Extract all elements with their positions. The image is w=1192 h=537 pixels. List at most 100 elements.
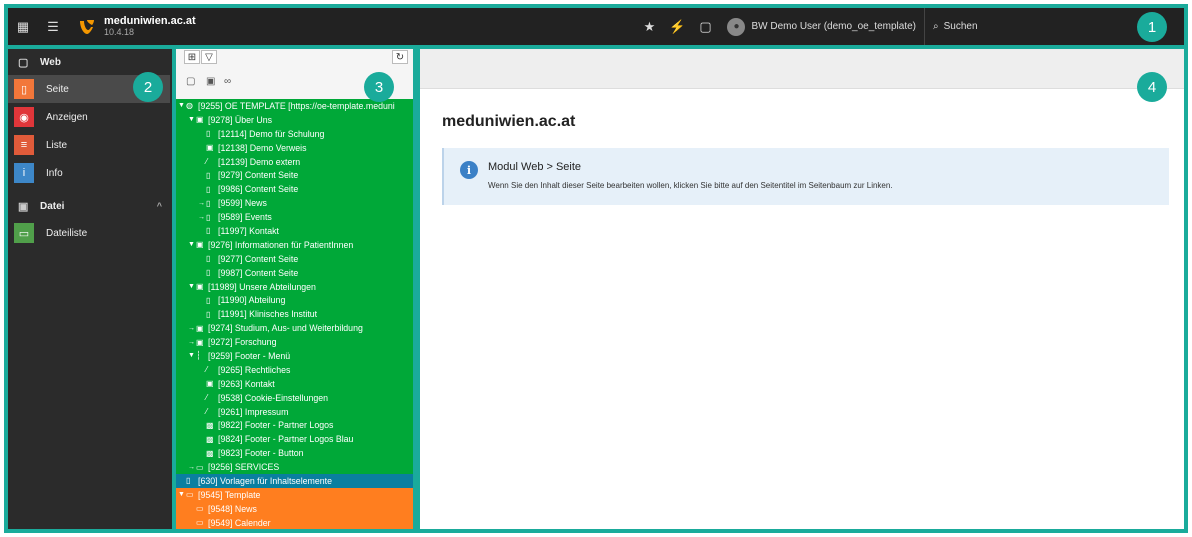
- top-bar: ▦ ☰ meduniwien.ac.at 10.4.18 ★ ⚡ ▢ ● BW …: [8, 8, 1184, 45]
- tree-node[interactable]: ▯ [11991] Klinisches Institut: [176, 307, 413, 321]
- page-icon: ▯: [206, 129, 211, 139]
- tree-node[interactable]: → ▯ [9599] News: [176, 196, 413, 210]
- page-drag-icon[interactable]: ▢: [186, 76, 195, 87]
- tree-node-label: [9545] Template: [198, 489, 261, 500]
- tree-node-label: [9549] Calender: [208, 517, 271, 528]
- tree-node[interactable]: ▯ [630] Vorlagen für Inhaltselemente: [176, 474, 413, 488]
- tree-node-label: [9987] Content Seite: [218, 267, 299, 278]
- content-area: meduniwien.ac.at i Modul Web > Seite Wen…: [420, 49, 1184, 529]
- tree-node[interactable]: ▣ [12138] Demo Verweis: [176, 141, 413, 155]
- tree-toggle-icon[interactable]: →: [188, 464, 196, 471]
- tree-node[interactable]: ▯ [9277] Content Seite: [176, 252, 413, 266]
- module-item-dateiliste[interactable]: ▭ Dateiliste: [8, 219, 172, 247]
- tree-node-label: [9599] News: [218, 198, 267, 209]
- tree-toggle-icon[interactable]: →: [188, 339, 196, 346]
- tree-toggle-icon[interactable]: ▼: [188, 352, 196, 359]
- tree-node[interactable]: ▩ [9824] Footer - Partner Logos Blau: [176, 432, 413, 446]
- tree-toggle-icon[interactable]: ▼: [188, 283, 196, 290]
- documentation-button[interactable]: ▢: [691, 19, 719, 35]
- user-menu[interactable]: ● BW Demo User (demo_oe_template): [719, 17, 924, 36]
- tree-node[interactable]: → ▯ [9589] Events: [176, 210, 413, 224]
- link-icon: ⁄: [206, 157, 208, 166]
- module-group-datei[interactable]: ▣ Datei ^: [8, 193, 172, 219]
- document-icon: ▢: [699, 18, 712, 34]
- tree-node[interactable]: ▯ [11990] Abteilung: [176, 293, 413, 307]
- tree-node[interactable]: ▯ [9986] Content Seite: [176, 182, 413, 196]
- folder-page-icon: ▣: [206, 379, 214, 389]
- tree-toggle-icon[interactable]: →: [188, 325, 196, 332]
- image-icon: ▩: [206, 434, 214, 444]
- tree-node-label: [9272] Forschung: [208, 337, 277, 348]
- image-icon: ▩: [206, 448, 214, 458]
- tree-toggle-icon[interactable]: ▼: [178, 491, 186, 498]
- page-icon: ▯: [186, 476, 191, 486]
- tree-node[interactable]: ▼ ▭ [9545] Template: [176, 487, 413, 502]
- tree-node[interactable]: ▯ [12114] Demo für Schulung: [176, 127, 413, 141]
- tree-node-label: [9276] Informationen für PatientInnen: [208, 239, 354, 250]
- module-menu-toggle[interactable]: ☰: [38, 8, 68, 45]
- tree-node[interactable]: → ▭ [9256] SERVICES: [176, 460, 413, 474]
- star-icon: ★: [643, 18, 656, 34]
- typo3-logo-icon: [80, 19, 94, 34]
- search-field[interactable]: ⌕ Suchen: [924, 8, 1084, 45]
- module-item-label: Info: [46, 167, 63, 179]
- module-item-liste[interactable]: ≡ Liste: [8, 131, 172, 159]
- tree-toggle-icon[interactable]: ▼: [188, 241, 196, 248]
- tree-node[interactable]: → ▣ [9274] Studium, Aus- und Weiterbildung: [176, 321, 413, 335]
- site-name: meduniwien.ac.at: [104, 14, 196, 27]
- tree-node[interactable]: ▩ [9823] Footer - Button: [176, 446, 413, 460]
- tree-node[interactable]: ▼ ▣ [11989] Unsere Abteilungen: [176, 280, 413, 294]
- tree-toggle-icon[interactable]: ▼: [178, 102, 186, 109]
- tree-node[interactable]: ▼ ▣ [9276] Informationen für PatientInnen: [176, 238, 413, 252]
- tree-node[interactable]: ▭ [9549] Calender: [176, 515, 413, 529]
- link-drag-icon[interactable]: ∞: [224, 76, 231, 87]
- module-item-label: Seite: [46, 83, 69, 95]
- module-item-info[interactable]: i Info: [8, 159, 172, 187]
- tree-node[interactable]: ▣ [9263] Kontakt: [176, 377, 413, 391]
- tree-node[interactable]: ▯ [9987] Content Seite: [176, 266, 413, 280]
- folder-icon: ▭: [186, 490, 194, 500]
- tree-node-label: [11997] Kontakt: [218, 225, 279, 236]
- user-icon: ●: [733, 21, 740, 32]
- tree-node[interactable]: ⁄ [12139] Demo extern: [176, 155, 413, 169]
- search-label: Suchen: [943, 21, 978, 32]
- typo3-logo[interactable]: [76, 16, 98, 38]
- folder-icon: ▭: [196, 504, 204, 514]
- tree-node[interactable]: ▼ ┆ [9259] Footer - Menü: [176, 349, 413, 363]
- annotation-badge-4: 4: [1137, 72, 1167, 102]
- module-group-label: Web: [40, 56, 61, 68]
- folder-page-icon: ▣: [196, 282, 204, 292]
- tree-toggle-icon[interactable]: ▼: [188, 116, 196, 123]
- tree-node-label: [9263] Kontakt: [218, 378, 275, 389]
- page-tree-panel: ⊞ ▽ ↻ ▢ ▣ ∞ ▼ ◍ [9255] OE TEMPLATE [https:…: [176, 49, 413, 529]
- tree-node[interactable]: ▯ [11997] Kontakt: [176, 224, 413, 238]
- callout-text: Wenn Sie den Inhalt dieser Seite bearbei…: [488, 181, 893, 190]
- topbar-right-area: [1084, 8, 1184, 45]
- page-tree: ▼ ◍ [9255] OE TEMPLATE [https://oe-templat…: [176, 99, 413, 529]
- clear-cache-button[interactable]: ⚡: [663, 19, 691, 35]
- filter-button[interactable]: ▽: [201, 50, 217, 64]
- refresh-button[interactable]: ↻: [392, 50, 408, 64]
- tree-node[interactable]: → ▣ [9272] Forschung: [176, 335, 413, 349]
- tree-node[interactable]: ⁄ [9261] Impressum: [176, 405, 413, 419]
- folder-drag-icon[interactable]: ▣: [206, 76, 215, 87]
- tree-node[interactable]: ▼ ▣ [9278] Über Uns: [176, 113, 413, 127]
- eye-icon: ◉: [14, 107, 34, 127]
- bookmarks-button[interactable]: ★: [635, 19, 663, 35]
- module-item-anzeigen[interactable]: ◉ Anzeigen: [8, 103, 172, 131]
- tree-node[interactable]: ⁄ [9265] Rechtliches: [176, 363, 413, 377]
- folder-page-icon: ▣: [196, 323, 204, 333]
- new-page-button[interactable]: ⊞: [184, 50, 200, 64]
- folder-page-icon: ▣: [196, 337, 204, 347]
- site-info[interactable]: meduniwien.ac.at 10.4.18: [104, 14, 196, 38]
- tree-node[interactable]: ▭ [9548] News: [176, 501, 413, 516]
- tree-toggle-icon[interactable]: →: [198, 200, 206, 207]
- tree-toggle-icon[interactable]: →: [198, 214, 206, 221]
- tree-node[interactable]: ▯ [9279] Content Seite: [176, 168, 413, 182]
- folder-icon: ▭: [196, 518, 204, 528]
- app-menu-button[interactable]: ▦: [8, 8, 38, 45]
- tree-node[interactable]: ⁄ [9538] Cookie-Einstellungen: [176, 391, 413, 405]
- tree-node[interactable]: ▩ [9822] Footer - Partner Logos: [176, 418, 413, 432]
- annotation-badge-3: 3: [364, 72, 394, 102]
- image-icon: ▩: [206, 420, 214, 430]
